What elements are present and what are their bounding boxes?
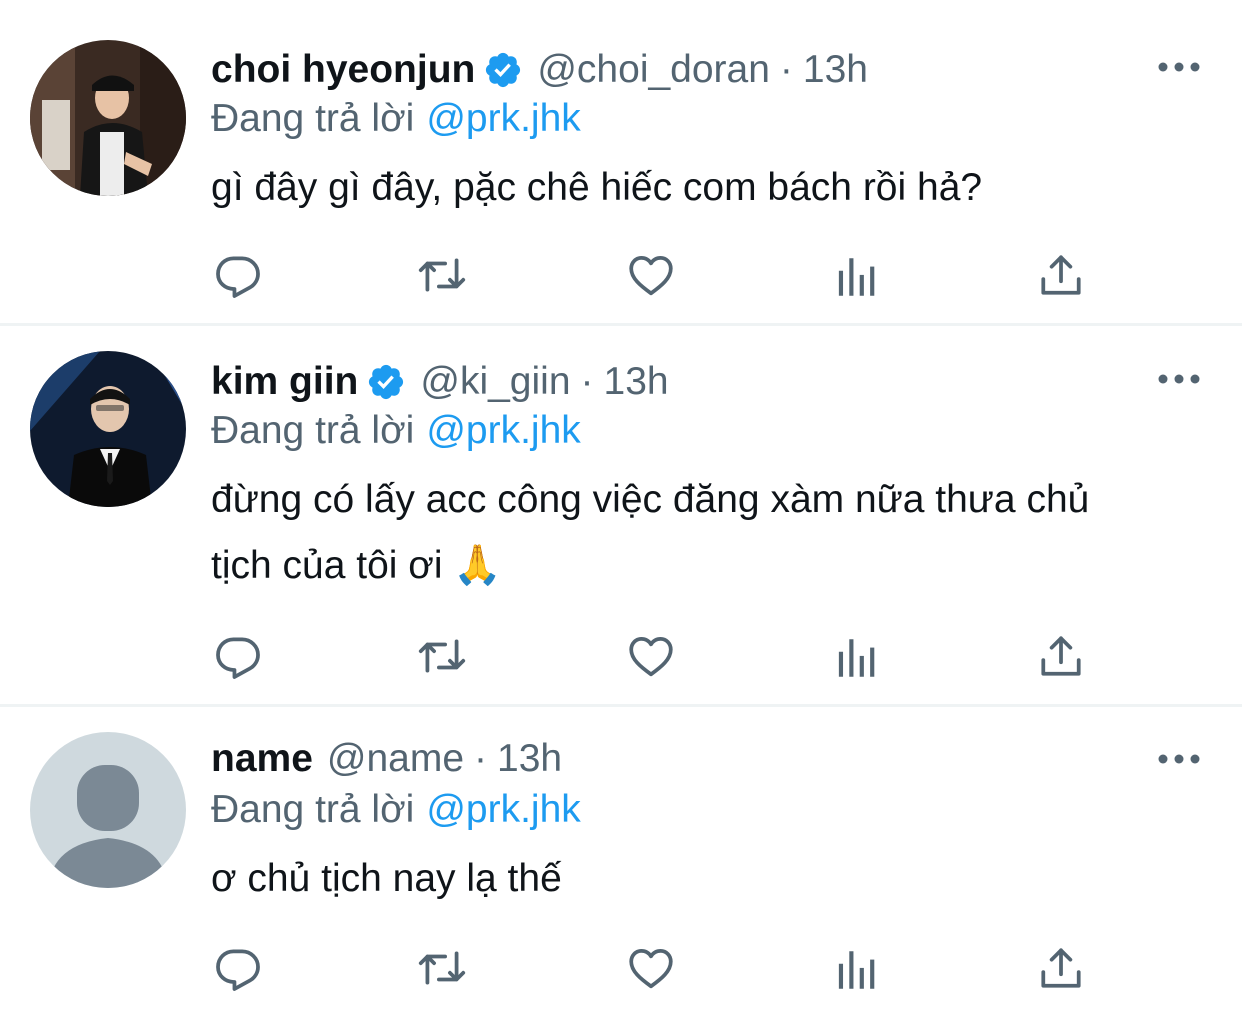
timestamp[interactable]: 13h — [803, 48, 868, 92]
views-button[interactable] — [832, 945, 882, 995]
replying-to-label: Đang trả lời — [211, 97, 415, 140]
retweet-icon — [418, 951, 466, 985]
replying-to-label: Đang trả lời — [211, 788, 415, 831]
reply-button[interactable] — [213, 943, 263, 993]
display-name[interactable]: name — [211, 737, 313, 781]
replying-to-label: Đang trả lời — [211, 409, 415, 452]
share-button[interactable] — [1036, 250, 1086, 300]
replying-to-mention[interactable]: @prk.jhk — [426, 788, 580, 832]
reply-button[interactable] — [213, 631, 263, 681]
verified-badge-icon — [483, 50, 523, 90]
like-button[interactable] — [626, 631, 676, 681]
separator-dot: · — [474, 737, 488, 780]
timestamp[interactable]: 13h — [497, 737, 562, 781]
avatar[interactable] — [30, 40, 186, 196]
verified-badge-icon — [366, 362, 406, 402]
views-button[interactable] — [832, 252, 882, 302]
tweet-text: đừng có lấy acc công việc đăng xàm nữa t… — [211, 478, 1090, 587]
share-icon — [1041, 948, 1081, 988]
user-handle[interactable]: @choi_doran — [537, 48, 770, 92]
replying-to-line: Đang trả lời @prk.jhk — [211, 94, 581, 144]
retweet-button[interactable] — [417, 631, 467, 681]
avatar-photo — [30, 351, 186, 507]
user-handle[interactable]: @name — [327, 737, 464, 781]
timestamp[interactable]: 13h — [604, 360, 669, 404]
reply-icon — [216, 949, 260, 991]
like-icon — [629, 949, 673, 989]
more-options-icon[interactable] — [1156, 749, 1202, 769]
views-button[interactable] — [832, 633, 882, 683]
like-icon — [629, 256, 673, 296]
separator-dot: · — [779, 48, 793, 91]
share-icon — [1041, 255, 1081, 295]
reply-tweet-2[interactable]: kim giin @ki_giin · 13h Đang trả lời @pr… — [0, 326, 1242, 706]
display-name[interactable]: kim giin — [211, 360, 358, 404]
share-button[interactable] — [1036, 943, 1086, 993]
tweet-text: gì đây gì đây, pặc chê hiếc com bách rồi… — [211, 166, 983, 209]
replying-to-mention[interactable]: @prk.jhk — [426, 97, 580, 141]
reply-tweet-1[interactable]: choi hyeonjun @choi_doran · 13h Đang trả… — [0, 0, 1242, 326]
like-button[interactable] — [626, 943, 676, 993]
views-icon — [838, 639, 875, 677]
retweet-icon — [418, 258, 466, 292]
tweet-text: ơ chủ tịch nay lạ thế — [211, 857, 562, 900]
reply-button[interactable] — [213, 250, 263, 300]
reply-icon — [216, 637, 260, 679]
replying-to-line: Đang trả lời @prk.jhk — [211, 406, 581, 456]
default-avatar-icon — [30, 732, 186, 888]
like-button[interactable] — [626, 250, 676, 300]
reply-tweet-3[interactable]: name @name · 13h Đang trả lời @prk.jhk ơ… — [0, 707, 1242, 1014]
retweet-icon — [418, 639, 466, 673]
avatar-photo — [30, 40, 186, 196]
tweet-header: kim giin @ki_giin · 13h — [211, 356, 669, 408]
like-icon — [629, 637, 673, 677]
reply-icon — [216, 256, 260, 298]
user-handle[interactable]: @ki_giin — [420, 360, 570, 404]
retweet-button[interactable] — [417, 943, 467, 993]
more-options-icon[interactable] — [1156, 369, 1202, 389]
tweet-header: name @name · 13h — [211, 733, 562, 785]
avatar[interactable] — [30, 732, 186, 888]
views-icon — [838, 258, 875, 296]
separator-dot: · — [580, 360, 594, 403]
views-icon — [838, 951, 875, 989]
share-icon — [1041, 636, 1081, 676]
replies-feed: choi hyeonjun @choi_doran · 13h Đang trả… — [0, 0, 1242, 1014]
more-options-icon[interactable] — [1156, 57, 1202, 77]
display-name[interactable]: choi hyeonjun — [211, 48, 475, 92]
tweet-header: choi hyeonjun @choi_doran · 13h — [211, 44, 868, 96]
share-button[interactable] — [1036, 631, 1086, 681]
retweet-button[interactable] — [417, 250, 467, 300]
replying-to-line: Đang trả lời @prk.jhk — [211, 785, 581, 835]
replying-to-mention[interactable]: @prk.jhk — [426, 409, 580, 453]
avatar[interactable] — [30, 351, 186, 507]
